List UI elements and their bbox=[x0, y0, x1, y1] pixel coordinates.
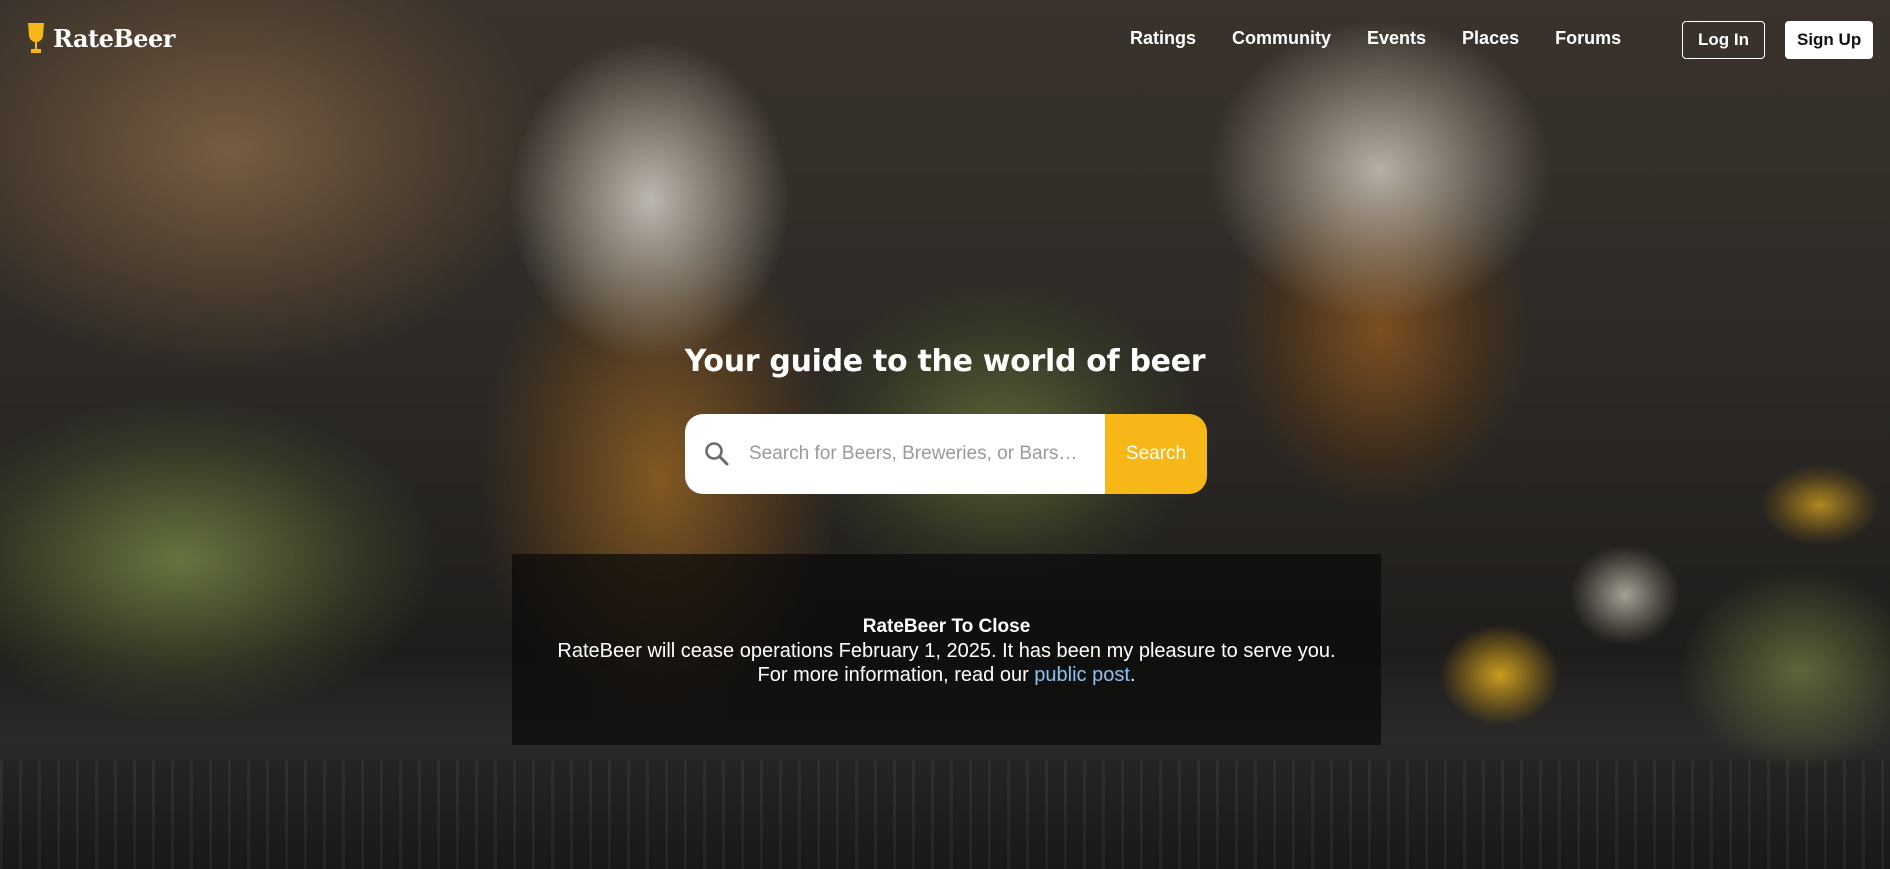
top-navigation-bar: RateBeer Ratings Community Events Places… bbox=[0, 0, 1890, 78]
notice-more-info-prefix: For more information, read our bbox=[757, 664, 1035, 686]
search-input[interactable] bbox=[749, 443, 1079, 465]
public-post-link[interactable]: public post bbox=[1034, 664, 1130, 686]
nav-item-forums[interactable]: Forums bbox=[1555, 28, 1621, 49]
main-nav: Ratings Community Events Places Forums bbox=[1130, 28, 1657, 49]
nav-item-community[interactable]: Community bbox=[1232, 28, 1331, 49]
logo-text: RateBeer bbox=[53, 23, 175, 53]
search-button[interactable]: Search bbox=[1105, 414, 1207, 494]
closure-notice: RateBeer To Close RateBeer will cease op… bbox=[512, 554, 1381, 745]
auth-buttons: Log In Sign Up bbox=[1682, 21, 1874, 59]
beer-glass-logo-icon bbox=[28, 23, 44, 53]
hero-tagline: Your guide to the world of beer bbox=[684, 344, 1206, 379]
notice-more-info: For more information, read our public po… bbox=[512, 663, 1381, 687]
nav-item-ratings[interactable]: Ratings bbox=[1130, 28, 1196, 49]
signup-button[interactable]: Sign Up bbox=[1784, 21, 1874, 59]
search-icon bbox=[705, 442, 729, 466]
nav-item-places[interactable]: Places bbox=[1462, 28, 1519, 49]
notice-more-info-suffix: . bbox=[1129, 664, 1136, 686]
search-bar: Search bbox=[685, 414, 1207, 494]
notice-message: RateBeer will cease operations February … bbox=[557, 640, 1336, 662]
search-field-container bbox=[685, 414, 1105, 494]
hero-background: RateBeer Ratings Community Events Places… bbox=[0, 0, 1890, 869]
nav-item-events[interactable]: Events bbox=[1367, 28, 1426, 49]
ratebeer-logo[interactable]: RateBeer bbox=[26, 22, 175, 54]
notice-title: RateBeer To Close bbox=[862, 616, 1031, 637]
login-button[interactable]: Log In bbox=[1682, 21, 1765, 59]
